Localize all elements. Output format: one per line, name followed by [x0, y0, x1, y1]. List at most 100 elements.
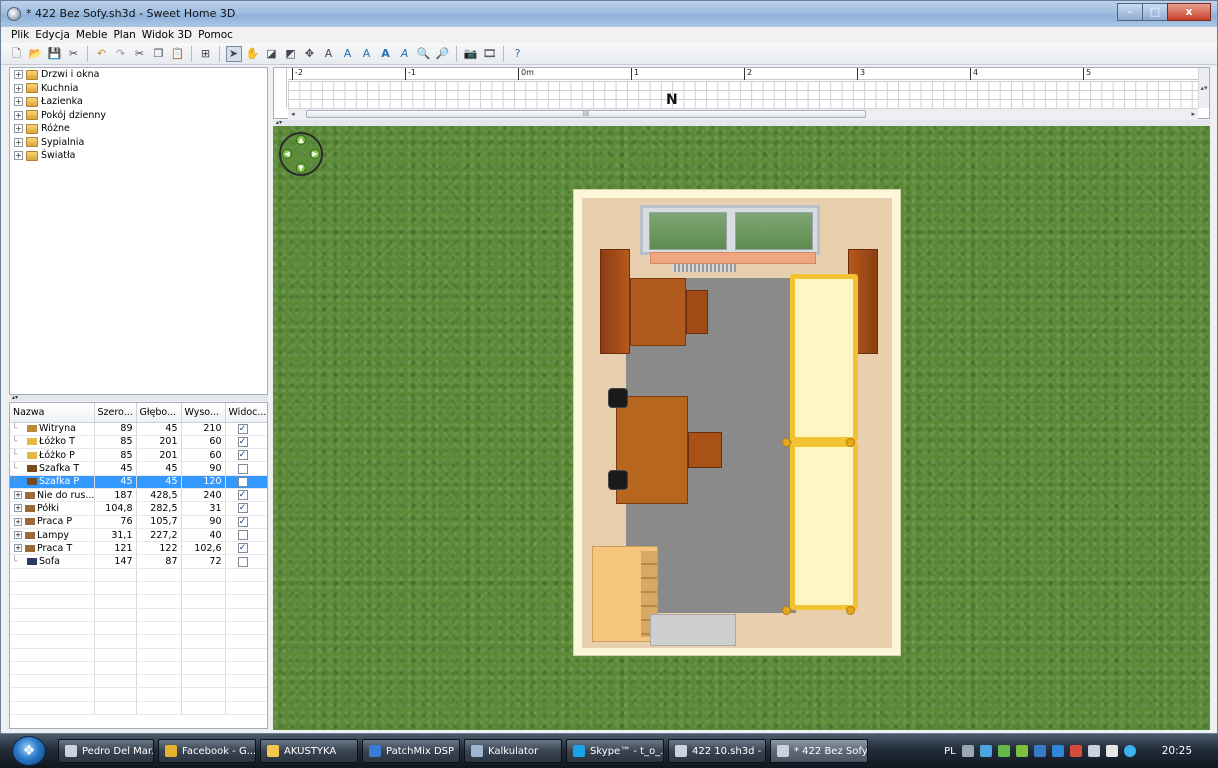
table-row[interactable]: └ Witryna 89 45 210 ✓	[10, 422, 267, 436]
table-row[interactable]: + Praca T 121 122 102,6 ✓	[10, 541, 267, 556]
cell-name[interactable]: + Nie do rus...	[10, 488, 95, 503]
plan-horizontal-scrollbar[interactable]: ◂ III ▸	[288, 108, 1198, 119]
text-style-d-icon[interactable]: A	[397, 46, 413, 62]
table-row[interactable]: └ Szafka P 45 45 120	[10, 475, 267, 489]
cell-depth[interactable]: 201	[136, 448, 182, 463]
furniture-list[interactable]: Nazwa Szero... Głębo... Wyso... Widoc...…	[9, 402, 268, 729]
cell-width[interactable]: 45	[94, 475, 137, 489]
cell-depth[interactable]: 428,5	[136, 488, 182, 503]
column-header-visible[interactable]: Widoc...	[225, 403, 267, 423]
table-row[interactable]: + Lampy 31,1 227,2 40	[10, 528, 267, 543]
maximize-button[interactable]: □	[1142, 3, 1168, 21]
expand-icon[interactable]: +	[14, 491, 22, 500]
cell-name[interactable]: + Lampy	[10, 528, 95, 543]
minimize-button[interactable]: –	[1117, 3, 1143, 21]
visible-checkbox[interactable]	[237, 476, 248, 487]
cell-width[interactable]: 147	[94, 554, 137, 569]
expand-icon[interactable]: +	[14, 124, 23, 134]
cell-depth[interactable]: 282,5	[136, 501, 182, 516]
menu-widok3d[interactable]: Widok 3D	[140, 27, 196, 43]
cell-name[interactable]: + Praca P	[10, 515, 95, 529]
column-header-name[interactable]: Nazwa	[10, 403, 95, 423]
catalog-category[interactable]: + Łazienka	[10, 95, 267, 109]
create-rooms-icon[interactable]: ◩	[283, 46, 299, 62]
nav-up-icon[interactable]: ▲	[296, 135, 306, 145]
redo-icon[interactable]: ↷	[113, 46, 129, 62]
app-tray-icon[interactable]	[1033, 745, 1046, 757]
create-photo-icon[interactable]: 📷	[463, 46, 479, 62]
column-header-height[interactable]: Wyso...	[181, 403, 226, 423]
cell-depth[interactable]: 45	[136, 461, 182, 476]
help-icon[interactable]: ?	[510, 46, 526, 62]
expand-icon[interactable]: +	[14, 137, 23, 147]
title-bar[interactable]: * 422 Bez Sofy.sh3d - Sweet Home 3D – □ …	[1, 1, 1217, 27]
3d-navigation-control[interactable]: ▲ ▼ ◀ ▶	[279, 132, 323, 176]
cell-height[interactable]: 120	[181, 475, 226, 489]
visible-checkbox[interactable]: ✓	[237, 450, 248, 461]
furniture-catalog-tree[interactable]: + Drzwi i okna + Kuchnia + Łazienka + Pokój …	[9, 67, 268, 395]
cell-name[interactable]: └ Łóżko P	[10, 448, 95, 463]
cell-height[interactable]: 72	[181, 554, 226, 569]
cell-width[interactable]: 31,1	[94, 528, 137, 543]
plan-view[interactable]: -2 -1 0m 1 2 3 4 5 N ◂ III ▸ ▴▾	[273, 67, 1210, 119]
open-file-icon[interactable]: 📂	[28, 46, 44, 62]
column-header-depth[interactable]: Głębo...	[136, 403, 182, 423]
cell-depth[interactable]: 201	[136, 435, 182, 450]
cell-height[interactable]: 60	[181, 435, 226, 450]
start-button[interactable]: ❖	[12, 736, 46, 766]
network-icon[interactable]	[979, 745, 992, 757]
cell-width[interactable]: 187	[94, 488, 137, 503]
plan-grid[interactable]	[288, 81, 1198, 108]
cut-scissors-icon[interactable]: ✂	[66, 46, 82, 62]
nav-left-icon[interactable]: ◀	[282, 149, 292, 159]
app-tray-icon[interactable]	[1069, 745, 1082, 757]
app-tray-icon[interactable]	[1051, 745, 1064, 757]
cell-depth[interactable]: 45	[136, 422, 182, 436]
cell-name[interactable]: + Praca T	[10, 541, 95, 556]
table-row[interactable]: + Nie do rus... 187 428,5 240 ✓	[10, 488, 267, 503]
expand-icon[interactable]: +	[14, 97, 23, 107]
column-header-width[interactable]: Szero...	[94, 403, 137, 423]
volume-icon[interactable]	[1105, 745, 1118, 757]
expand-icon[interactable]: +	[14, 544, 22, 553]
menu-edycja[interactable]: Edycja	[33, 27, 74, 43]
taskbar-button[interactable]: Skype™ - t_o_...	[566, 739, 664, 763]
catalog-category[interactable]: + Pokój dzienny	[10, 109, 267, 123]
expand-icon[interactable]: +	[14, 151, 23, 161]
zoom-out-icon[interactable]: 🔎	[435, 46, 451, 62]
expand-icon[interactable]: +	[14, 517, 22, 526]
save-file-icon[interactable]: 💾	[47, 46, 63, 62]
nav-down-icon[interactable]: ▼	[296, 163, 306, 173]
clock[interactable]: 20:25	[1162, 745, 1192, 757]
visible-checkbox[interactable]	[237, 463, 248, 474]
visible-checkbox[interactable]: ✓	[237, 503, 248, 514]
app-tray-icon[interactable]	[997, 745, 1010, 757]
table-row[interactable]: └ Sofa 147 87 72	[10, 554, 267, 569]
pan-mode-icon[interactable]: ✋	[245, 46, 261, 62]
left-pane-splitter[interactable]: ▴▾	[9, 395, 268, 401]
cell-height[interactable]: 31	[181, 501, 226, 516]
language-indicator[interactable]: PL	[944, 746, 956, 757]
cell-depth[interactable]: 87	[136, 554, 182, 569]
display-icon[interactable]	[1087, 745, 1100, 757]
add-text-icon[interactable]: A	[321, 46, 337, 62]
copy-icon[interactable]: ❐	[151, 46, 167, 62]
menu-plan[interactable]: Plan	[111, 27, 139, 43]
taskbar-button[interactable]: PatchMix DSP	[362, 739, 460, 763]
visible-checkbox[interactable]: ✓	[237, 490, 248, 501]
cell-depth[interactable]: 227,2	[136, 528, 182, 543]
cut-icon[interactable]: ✂	[132, 46, 148, 62]
skype-tray-icon[interactable]	[1123, 745, 1136, 757]
catalog-category[interactable]: + Drzwi i okna	[10, 68, 267, 82]
cell-width[interactable]: 104,8	[94, 501, 137, 516]
keyboard-icon[interactable]	[961, 745, 974, 757]
cell-name[interactable]: └ Witryna	[10, 422, 95, 436]
taskbar-button[interactable]: AKUSTYKA	[260, 739, 358, 763]
visible-checkbox[interactable]: ✓	[237, 423, 248, 434]
cell-width[interactable]: 76	[94, 515, 137, 529]
expand-icon[interactable]: +	[14, 504, 22, 513]
create-walls-icon[interactable]: ◪	[264, 46, 280, 62]
expand-icon[interactable]: +	[14, 83, 23, 93]
cell-depth[interactable]: 45	[136, 475, 182, 489]
paste-icon[interactable]: 📋	[170, 46, 186, 62]
